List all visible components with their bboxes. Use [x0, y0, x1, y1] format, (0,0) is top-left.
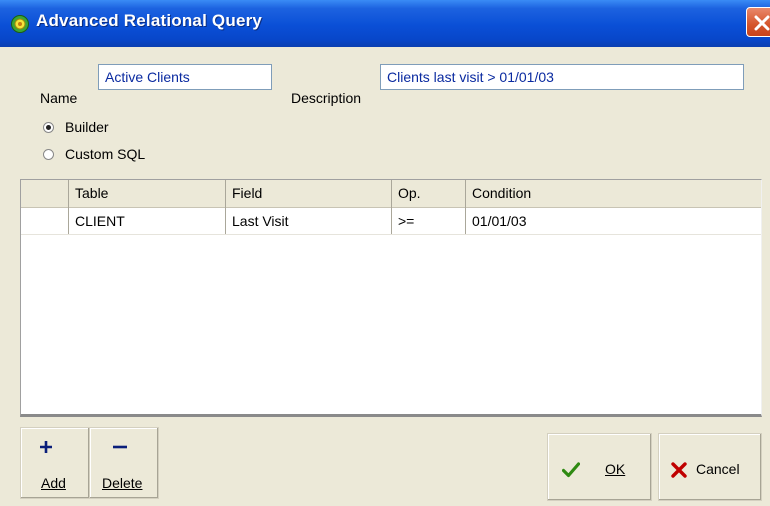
row-op-cell[interactable]: >= [392, 208, 466, 234]
custom-sql-radio-option[interactable]: Custom SQL [43, 146, 145, 162]
description-label: Description [291, 90, 362, 106]
conditions-grid[interactable]: Table Field Op. Condition CLIENT Last Vi… [20, 179, 762, 417]
app-icon [10, 14, 30, 34]
delete-button[interactable]: Delete [89, 427, 159, 499]
name-field[interactable]: Active Clients [98, 64, 272, 90]
table-row[interactable]: CLIENT Last Visit >= 01/01/03 [21, 208, 761, 235]
close-icon [754, 15, 770, 31]
checkmark-icon [562, 462, 580, 478]
ok-button-label: OK [605, 461, 626, 477]
window-title: Advanced Relational Query [36, 11, 263, 30]
cancel-button-label: Cancel [696, 461, 740, 477]
builder-radio-option[interactable]: Builder [43, 119, 109, 135]
delete-button-label: Delete [102, 475, 143, 491]
builder-radio[interactable] [43, 121, 54, 133]
description-field[interactable]: Clients last visit > 01/01/03 [380, 64, 744, 90]
column-header-table[interactable]: Table [69, 180, 227, 206]
cancel-button[interactable]: Cancel [658, 433, 762, 501]
column-header-field[interactable]: Field [226, 180, 392, 206]
add-button-label: Add [41, 475, 66, 491]
custom-sql-label: Custom SQL [65, 146, 146, 162]
close-button[interactable] [746, 7, 770, 37]
x-icon [671, 462, 687, 478]
builder-label: Builder [65, 119, 109, 135]
query-dialog: Advanced Relational Query Name Active Cl… [0, 0, 770, 506]
row-condition-cell[interactable]: 01/01/03 [466, 208, 756, 234]
name-label: Name [40, 90, 78, 106]
custom-sql-radio[interactable] [43, 148, 54, 160]
minus-icon [113, 445, 127, 449]
ok-button[interactable]: OK [547, 433, 652, 501]
column-header-op[interactable]: Op. [392, 180, 466, 206]
query-properties-panel: Name Active Clients Description Clients … [20, 56, 762, 174]
row-field-cell[interactable]: Last Visit [226, 208, 392, 234]
add-button[interactable]: Add [20, 427, 90, 499]
plus-icon [40, 441, 52, 453]
row-table-cell[interactable]: CLIENT [69, 208, 227, 234]
title-bar[interactable]: Advanced Relational Query [0, 0, 770, 47]
column-header-condition[interactable]: Condition [466, 180, 756, 206]
